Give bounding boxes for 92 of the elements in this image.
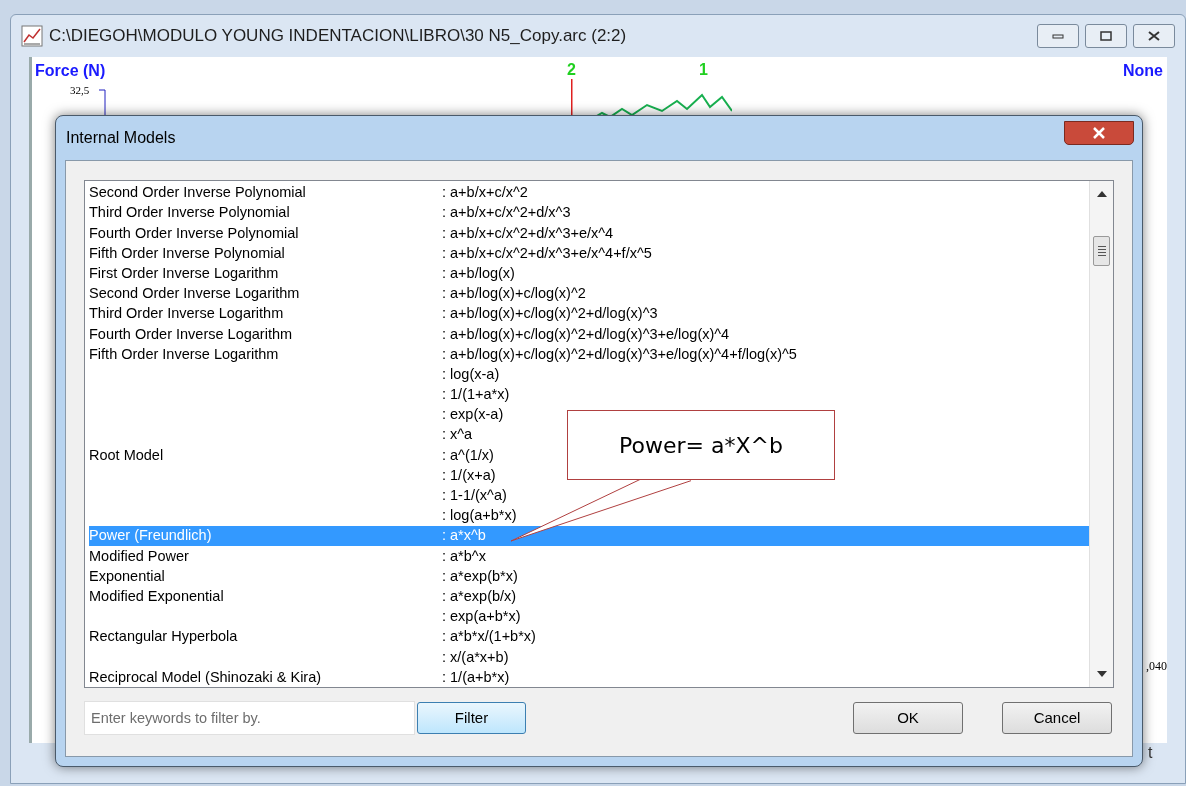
model-formula: : a+b/x+c/x^2+d/x^3+e/x^4: [442, 223, 614, 243]
model-name: Third Order Inverse Logarithm: [89, 305, 284, 322]
model-name: Fourth Order Inverse Polynomial: [89, 224, 299, 241]
model-formula: : 1-1/(x^a): [442, 486, 507, 506]
model-name: Reciprocal Model (Shinozaki & Kira): [89, 668, 322, 685]
model-formula: : a+b/log(x): [442, 263, 515, 283]
maximize-button[interactable]: [1085, 24, 1127, 48]
model-formula: : 1/(x+a): [442, 465, 496, 485]
minimize-button[interactable]: [1037, 24, 1079, 48]
marker-label: 2: [567, 60, 576, 80]
list-row[interactable]: Root Model : a^(1/x): [89, 445, 494, 466]
list-row[interactable]: Fourth Order Inverse Polynomial : a+b/x+c/x^2+d/x^3+e/x^4: [89, 223, 614, 244]
list-row[interactable]: : 1-1/(x^a): [89, 485, 507, 506]
list-row[interactable]: : x/(a*x+b): [89, 647, 509, 668]
model-name: Power (Freundlich): [89, 527, 212, 544]
close-icon: [1092, 127, 1106, 139]
list-row[interactable]: First Order Inverse Logarithm : a+b/log(x): [89, 263, 515, 284]
restore-icon: [1100, 31, 1112, 41]
close-button[interactable]: [1064, 121, 1134, 145]
filter-field[interactable]: Enter keywords to filter by.: [84, 701, 415, 735]
model-formula: : exp(a+b*x): [442, 607, 521, 627]
list-row[interactable]: Rectangular Hyperbola : a*b*x/(1+b*x): [89, 627, 536, 648]
model-formula: : a*x^b: [442, 526, 486, 546]
model-name: First Order Inverse Logarithm: [89, 264, 279, 281]
list-row[interactable]: : exp(a+b*x): [89, 606, 521, 628]
status-text: t: [1148, 743, 1153, 763]
close-button[interactable]: [1133, 24, 1175, 48]
model-name: Second Order Inverse Logarithm: [89, 285, 300, 302]
model-formula: : a^(1/x): [442, 445, 494, 465]
model-formula: : 1/(a+b*x): [442, 667, 510, 687]
list-row[interactable]: Modified Exponential : a*exp(b/x): [89, 586, 517, 607]
model-name: Fifth Order Inverse Polynomial: [89, 244, 285, 261]
model-name: Third Order Inverse Polynomial: [89, 204, 290, 221]
ok-button[interactable]: OK: [853, 702, 963, 734]
marker-label: 1: [699, 60, 708, 80]
list-row[interactable]: : exp(x-a): [89, 405, 504, 426]
chart-app-icon: [21, 25, 43, 47]
tick-label: ,040: [1146, 658, 1167, 675]
axis-label: Force (N): [35, 61, 106, 81]
list-row[interactable]: : 1/(x+a): [89, 465, 496, 486]
model-formula: : log(a+b*x): [442, 506, 517, 526]
model-formula: : a+b/x+c/x^2+d/x^3+e/x^4+f/x^5: [442, 243, 652, 263]
model-formula: : x/(a*x+b): [442, 647, 509, 667]
scroll-down-icon: [1097, 671, 1107, 677]
model-formula: : a+b/log(x)+c/log(x)^2+d/log(x)^3+e/log(x)^4: [442, 324, 730, 344]
model-formula: : log(x-a): [442, 364, 500, 384]
list-row[interactable]: Second Order Inverse Polynomial : a+b/x+c/x^2: [89, 183, 528, 204]
list-row[interactable]: : x^a: [89, 425, 473, 446]
model-formula: : a+b/x+c/x^2+d/x^3: [442, 203, 571, 223]
list-row[interactable]: Fifth Order Inverse Logarithm : a+b/log(x)+c/log(x)^2+d/log(x)^3+e/log(x)^4+f/log(x)^5: [89, 344, 797, 365]
model-name: Rectangular Hyperbola: [89, 628, 238, 645]
minimize-icon: [1052, 33, 1064, 39]
close-icon: [1148, 31, 1160, 41]
model-formula: : a+b/x+c/x^2: [442, 183, 528, 203]
list-row[interactable]: Reciprocal Model (Shinozaki & Kira) : 1/(a+b*x): [89, 667, 510, 687]
list-row[interactable]: Exponential : a*exp(b*x): [89, 566, 518, 587]
model-name: Root Model: [89, 446, 164, 463]
model-name: Fourth Order Inverse Logarithm: [89, 325, 293, 342]
list-row[interactable]: : log(a+b*x): [89, 506, 517, 527]
cancel-button[interactable]: Cancel: [1002, 702, 1112, 734]
model-formula: : a*b*x/(1+b*x): [442, 627, 536, 647]
model-name: Exponential: [89, 567, 165, 584]
list-row[interactable]: Second Order Inverse Logarithm : a+b/log(x)+c/log(x)^2: [89, 283, 586, 305]
model-formula: : a+b/log(x)+c/log(x)^2: [442, 284, 586, 304]
scrollbar[interactable]: [1089, 181, 1113, 687]
axis-label: None: [1123, 61, 1163, 81]
model-formula: : x^a: [442, 425, 473, 445]
filter-button[interactable]: Filter: [417, 702, 526, 734]
list-row[interactable]: Modified Power : a*b^x: [89, 546, 486, 567]
model-name: Modified Exponential: [89, 587, 224, 604]
list-row[interactable]: Fourth Order Inverse Logarithm : a+b/log(x)+c/log(x)^2+d/log(x)^3+e/log(x)^4: [89, 324, 730, 345]
list-row[interactable]: : 1/(1+a*x): [89, 384, 510, 406]
model-formula: : 1/(1+a*x): [442, 385, 510, 405]
model-name: Modified Power: [89, 547, 189, 564]
model-formula: : a*b^x: [442, 546, 486, 566]
callout-text: Power= a*X^b: [619, 431, 783, 460]
list-row[interactable]: : log(x-a): [89, 364, 500, 385]
scroll-up-icon: [1097, 191, 1107, 197]
model-formula: : a+b/log(x)+c/log(x)^2+d/log(x)^3+e/log(x)^4+f/log(x)^5: [442, 344, 797, 364]
tick-label: 32,5: [70, 83, 90, 98]
scroll-thumb[interactable]: [1093, 236, 1110, 266]
model-name: Second Order Inverse Polynomial: [89, 184, 306, 201]
model-formula: : exp(x-a): [442, 405, 504, 425]
dialog-title: Internal Models: [66, 128, 176, 148]
list-row[interactable]: Fifth Order Inverse Polynomial : a+b/x+c/x^2+d/x^3+e/x^4+f/x^5: [89, 243, 652, 264]
model-name: Fifth Order Inverse Logarithm: [89, 345, 279, 362]
model-formula: : a+b/log(x)+c/log(x)^2+d/log(x)^3: [442, 304, 658, 324]
model-formula: : a*exp(b/x): [442, 586, 517, 606]
list-row[interactable]: Third Order Inverse Logarithm : a+b/log(x)+c/log(x)^2+d/log(x)^3: [89, 304, 658, 325]
list-row[interactable]: Third Order Inverse Polynomial : a+b/x+c/x^2+d/x^3: [89, 203, 571, 224]
window-title: C:\DIEGOH\MODULO YOUNG INDENTACION\LIBRO\30 N5_Copy.arc (2:2): [49, 25, 627, 48]
model-formula: : a*exp(b*x): [442, 566, 518, 586]
